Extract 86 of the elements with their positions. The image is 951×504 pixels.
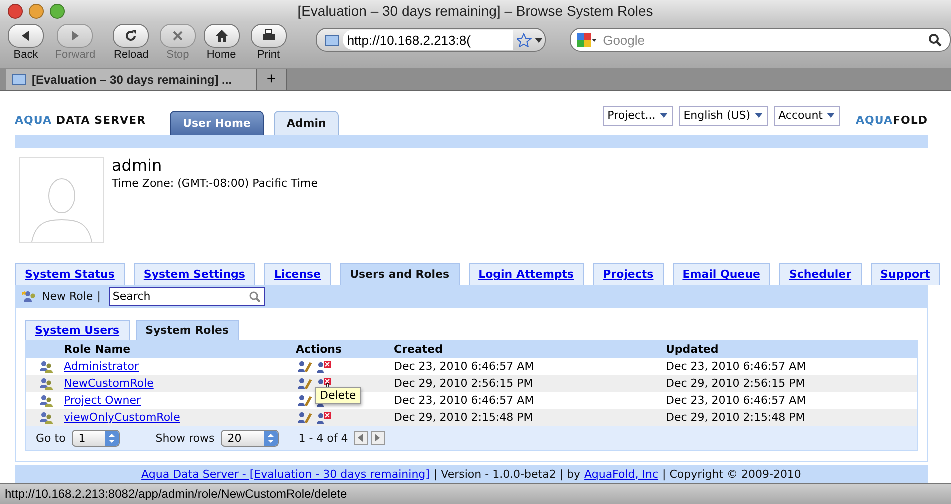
role-link[interactable]: Project Owner [64, 394, 142, 408]
user-name: admin [112, 156, 164, 176]
users-icon [40, 378, 53, 390]
sub-tab[interactable]: System Roles [136, 320, 240, 340]
right-triangle-icon [375, 434, 382, 442]
column-header: Created [394, 341, 666, 358]
table-cell: Dec 29, 2010 2:15:48 PM [394, 409, 666, 426]
new-tab-button[interactable]: + [257, 69, 287, 90]
search-field[interactable]: Google [570, 28, 951, 52]
nav-tab[interactable]: User Home [170, 110, 264, 135]
role-link[interactable]: NewCustomRole [64, 377, 154, 390]
next-page-button[interactable] [371, 431, 386, 446]
search-icon [248, 290, 261, 303]
time-zone: Time Zone: (GMT:-08:00) Pacific Time [112, 177, 318, 190]
reload-icon [124, 29, 138, 43]
new-role-button[interactable]: New Role [42, 290, 94, 304]
dropdown-menu[interactable]: Project... [602, 106, 673, 126]
home-icon [214, 29, 229, 43]
nav-tab[interactable]: Admin [274, 110, 340, 135]
bookmark-star-icon[interactable] [517, 33, 546, 47]
search-placeholder: Google [603, 32, 646, 48]
add-users-icon [22, 290, 38, 304]
product-link[interactable]: Aqua Data Server - [Evaluation - 30 days remaining] [142, 468, 430, 481]
page-range: 1 - 4 of 4 [298, 432, 348, 445]
reload-button[interactable]: Reload [106, 24, 156, 61]
edit-user-icon[interactable] [298, 412, 312, 424]
users-icon [40, 360, 53, 373]
dropdown-menu[interactable]: Account [774, 106, 840, 126]
window-title: [Evaluation – 30 days remaining] – Browse System Roles [296, 3, 654, 19]
search-engine-icon [577, 33, 598, 47]
section-tab[interactable]: System Settings [134, 263, 256, 286]
section-tab[interactable]: Login Attempts [468, 263, 584, 286]
stepper-arrows-icon [104, 430, 119, 446]
previous-page-button[interactable] [354, 431, 368, 446]
version-text: | Version - 1.0.0-beta2 | by [434, 468, 581, 481]
dropdown-menu[interactable]: English (US) [678, 106, 768, 126]
table-cell: Dec 29, 2010 2:15:48 PM [666, 409, 917, 426]
status-url: http://10.168.2.213:8082/app/admin/role/NewCustomRole/delete [5, 487, 348, 501]
rows-select[interactable]: 20 [220, 430, 279, 447]
company-link[interactable]: AquaFold, Inc [584, 468, 659, 481]
column-header: Actions [296, 341, 394, 358]
tooltip: Delete [315, 387, 362, 404]
url-text: http://10.168.2.213:8( [343, 30, 514, 50]
page-icon [325, 34, 340, 46]
delete-user-icon[interactable] [317, 412, 331, 424]
stepper-arrows-icon [264, 430, 278, 446]
users-icon [40, 394, 53, 407]
edit-user-icon[interactable] [298, 360, 312, 373]
show-rows-label: Show rows [156, 432, 215, 445]
section-tab[interactable]: Users and Roles [340, 263, 460, 286]
copyright-text: | Copyright © 2009-2010 [662, 468, 802, 481]
close-icon[interactable] [8, 4, 23, 18]
table-cell: Dec 29, 2010 2:56:15 PM [394, 375, 666, 392]
column-header: Role Name [64, 341, 296, 358]
search-icon[interactable] [929, 34, 942, 46]
zoom-icon[interactable] [50, 4, 65, 18]
product-logo: AQUA DATA SERVER [15, 114, 146, 127]
section-tab[interactable]: Projects [593, 263, 664, 286]
search-value: Search [112, 290, 152, 304]
table-cell: Dec 29, 2010 2:56:15 PM [666, 375, 917, 392]
search-field[interactable]: Search [108, 287, 265, 306]
browser-tab[interactable]: [Evaluation – 30 days remaining] ... [6, 69, 257, 90]
page-select[interactable]: 1 [72, 430, 120, 447]
section-tab[interactable]: System Status [15, 263, 125, 286]
section-tab[interactable]: Support [870, 263, 940, 286]
role-link[interactable]: Administrator [64, 360, 139, 374]
users-icon [40, 412, 53, 424]
role-link[interactable]: viewOnlyCustomRole [64, 411, 180, 424]
edit-user-icon[interactable] [298, 394, 312, 407]
edit-user-icon[interactable] [298, 378, 312, 390]
sub-tab[interactable]: System Users [25, 320, 130, 340]
section-tab[interactable]: Email Queue [672, 263, 770, 286]
company-logo: AQUAFOLD [856, 114, 928, 127]
tab-title: [Evaluation – 30 days remaining] ... [32, 72, 232, 86]
page-icon [12, 74, 26, 85]
delete-user-icon[interactable] [317, 360, 331, 373]
section-tab[interactable]: License [264, 263, 332, 286]
stop-icon [170, 29, 185, 43]
left-triangle-icon [358, 434, 364, 442]
separator: | [97, 290, 101, 304]
column-header: Updated [666, 341, 917, 358]
go-to-label: Go to [36, 432, 66, 445]
minimize-icon[interactable] [29, 4, 44, 18]
address-field[interactable]: http://10.168.2.213:8( [316, 28, 546, 52]
section-tab[interactable]: Scheduler [779, 263, 862, 286]
printer-icon [262, 29, 276, 43]
